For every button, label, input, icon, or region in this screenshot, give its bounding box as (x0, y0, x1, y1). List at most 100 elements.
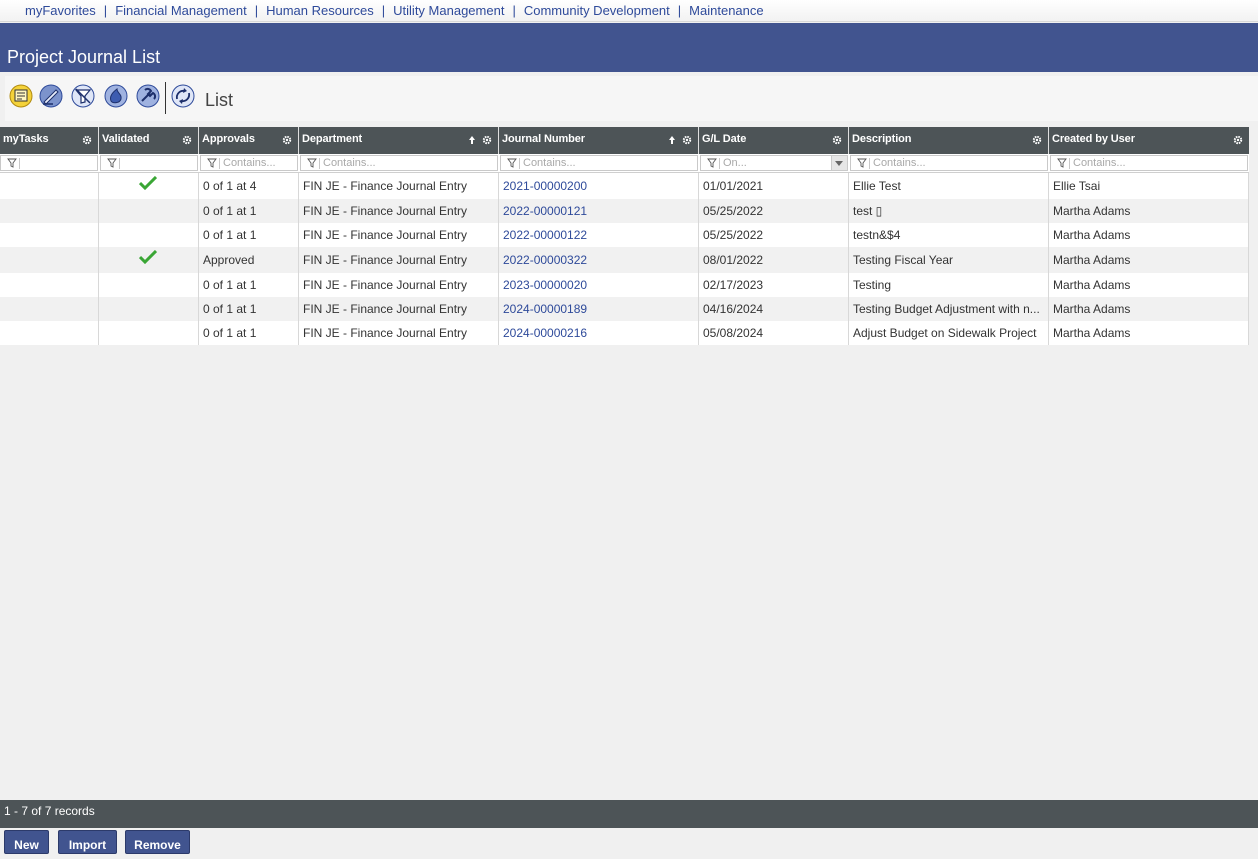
nav-financial-management[interactable]: Financial Management (115, 3, 247, 18)
cell-journal-number-value[interactable]: 2022-00000122 (503, 228, 587, 242)
filter-input-department[interactable] (321, 156, 495, 170)
column-header-department[interactable]: Department (299, 127, 499, 154)
cell-journal-number-value[interactable]: 2024-00000189 (503, 302, 587, 316)
cell-journal-number-value[interactable]: 2024-00000216 (503, 326, 587, 340)
filter-input-approvals[interactable] (221, 156, 295, 170)
nav-utility-management[interactable]: Utility Management (393, 3, 504, 18)
cell-gl-date: 02/17/2023 (699, 273, 849, 297)
gear-icon[interactable] (82, 135, 92, 145)
filter-input-created-by[interactable] (1071, 156, 1245, 170)
column-header-validated[interactable]: Validated (99, 127, 199, 154)
filter-input-mytasks[interactable] (21, 156, 95, 170)
filter-icon[interactable] (107, 158, 117, 168)
cell-journal-number-value[interactable]: 2022-00000121 (503, 204, 587, 218)
import-button[interactable]: Import (58, 830, 117, 854)
tools-icon (136, 84, 160, 108)
column-header-journal-number[interactable]: Journal Number (499, 127, 699, 154)
cell-created-by: Martha Adams (1049, 223, 1249, 247)
filter-icon[interactable] (207, 158, 217, 168)
clear-filter-button[interactable] (71, 84, 95, 108)
table-row[interactable]: Approved FIN JE - Finance Journal Entry 20… (0, 247, 1249, 273)
column-label: Created by User (1052, 133, 1135, 145)
column-label: Department (302, 133, 363, 145)
cell-department: FIN JE - Finance Journal Entry (299, 199, 499, 223)
filter-icon[interactable] (507, 158, 517, 168)
column-header-gl-date[interactable]: G/L Date (699, 127, 849, 154)
table-row[interactable]: 0 of 1 at 1 FIN JE - Finance Journal Entr… (0, 223, 1249, 247)
filter-icon[interactable] (1057, 158, 1067, 168)
tools-button[interactable] (136, 84, 160, 108)
cell-approvals: 0 of 1 at 1 (199, 273, 299, 297)
cell-journal-number-value[interactable]: 2022-00000322 (503, 253, 587, 267)
gear-icon[interactable] (832, 135, 842, 145)
cell-gl-date-value: 08/01/2022 (703, 253, 764, 267)
cell-created-by-value: Martha Adams (1053, 278, 1131, 292)
sort-up-icon[interactable] (468, 135, 476, 145)
table-row[interactable]: 0 of 1 at 1 FIN JE - Finance Journal Entr… (0, 199, 1249, 223)
cell-created-by: Martha Adams (1049, 297, 1249, 321)
gear-icon[interactable] (482, 135, 492, 145)
cell-journal-number[interactable]: 2021-00000200 (499, 173, 699, 199)
cell-approvals-value: 0 of 1 at 1 (203, 204, 257, 218)
cell-gl-date: 01/01/2021 (699, 173, 849, 199)
column-header-mytasks[interactable]: myTasks (0, 127, 99, 154)
column-header-description[interactable]: Description (849, 127, 1049, 154)
cell-created-by: Martha Adams (1049, 321, 1249, 345)
cell-journal-number-value[interactable]: 2023-00000020 (503, 278, 587, 292)
nav-community-development[interactable]: Community Development (524, 3, 670, 18)
filter-divider (519, 158, 520, 169)
edit-icon (39, 84, 63, 108)
cell-validated (99, 297, 199, 321)
cell-description: Testing (849, 273, 1049, 297)
filter-input-validated[interactable] (121, 156, 195, 170)
filter-input-description[interactable] (871, 156, 1045, 170)
table-row[interactable]: 0 of 1 at 1 FIN JE - Finance Journal Entr… (0, 297, 1249, 321)
notes-icon (9, 84, 33, 108)
gear-icon[interactable] (182, 135, 192, 145)
cell-gl-date: 08/01/2022 (699, 247, 849, 273)
table-row[interactable]: 0 of 1 at 1 FIN JE - Finance Journal Entr… (0, 273, 1249, 297)
filter-icon[interactable] (707, 158, 717, 168)
filter-description (850, 155, 1048, 171)
nav-human-resources[interactable]: Human Resources (266, 3, 374, 18)
gear-icon[interactable] (1032, 135, 1042, 145)
notes-button[interactable] (9, 84, 33, 108)
filter-icon[interactable] (7, 158, 17, 168)
column-header-approvals[interactable]: Approvals (199, 127, 299, 154)
cell-department-value: FIN JE - Finance Journal Entry (303, 302, 468, 316)
refresh-button[interactable] (171, 84, 195, 108)
cell-journal-number[interactable]: 2024-00000189 (499, 297, 699, 321)
remove-button[interactable]: Remove (125, 830, 190, 854)
cell-validated (99, 247, 199, 273)
cell-gl-date-value: 01/01/2021 (703, 179, 764, 193)
filter-input-journal-number[interactable] (521, 156, 695, 170)
date-dropdown-button[interactable] (831, 156, 847, 170)
gear-icon[interactable] (1233, 135, 1243, 145)
table-row[interactable]: 0 of 1 at 4 FIN JE - Finance Journal Entr… (0, 173, 1249, 199)
grid-header: myTasks Validated Approvals Department J… (0, 127, 1249, 154)
new-button[interactable]: New (4, 830, 49, 854)
cell-mytasks (0, 297, 99, 321)
cell-journal-number[interactable]: 2022-00000121 (499, 199, 699, 223)
filter-icon[interactable] (857, 158, 867, 168)
table-row[interactable]: 0 of 1 at 1 FIN JE - Finance Journal Entr… (0, 321, 1249, 345)
gear-icon[interactable] (282, 135, 292, 145)
column-header-created-by[interactable]: Created by User (1049, 127, 1249, 154)
cell-journal-number[interactable]: 2024-00000216 (499, 321, 699, 345)
cell-approvals-value: 0 of 1 at 1 (203, 278, 257, 292)
nav-maintenance[interactable]: Maintenance (689, 3, 763, 18)
nav-my-favorites[interactable]: myFavorites (25, 3, 96, 18)
gear-icon[interactable] (682, 135, 692, 145)
filter-icon[interactable] (307, 158, 317, 168)
cell-mytasks (0, 247, 99, 273)
sort-up-icon[interactable] (668, 135, 676, 145)
edit-button[interactable] (39, 84, 63, 108)
cell-journal-number[interactable]: 2022-00000122 (499, 223, 699, 247)
cell-journal-number[interactable]: 2023-00000020 (499, 273, 699, 297)
cell-journal-number[interactable]: 2022-00000322 (499, 247, 699, 273)
add-button[interactable] (104, 84, 128, 108)
nav-separator: | (103, 3, 108, 18)
cell-journal-number-value[interactable]: 2021-00000200 (503, 179, 587, 193)
nav-separator: | (381, 3, 386, 18)
filter-input-gl-date[interactable] (721, 156, 825, 170)
